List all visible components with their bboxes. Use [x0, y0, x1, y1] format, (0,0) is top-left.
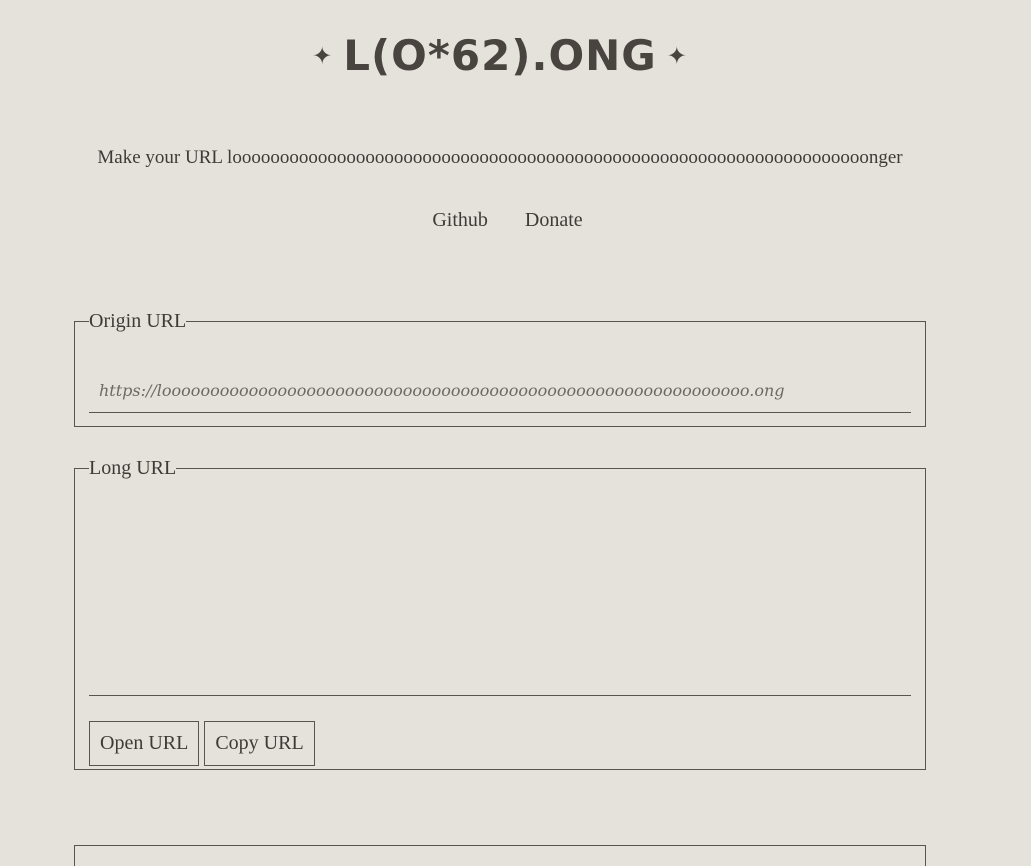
- copy-url-button[interactable]: Copy URL: [204, 721, 315, 766]
- site-title: ✦ L(O*62).ONG ✦: [0, 28, 1000, 87]
- nav-links: Github Donate: [0, 208, 1015, 232]
- next-section-fieldset: [74, 845, 926, 866]
- origin-url-fieldset: Origin URL: [74, 311, 926, 427]
- long-url-actions: Open URL Copy URL: [89, 721, 315, 766]
- long-url-output[interactable]: [89, 508, 911, 696]
- long-url-fieldset: Long URL Open URL Copy URL: [74, 458, 926, 770]
- site-title-text: L(O*62).ONG: [343, 31, 657, 80]
- sparkle-icon: ✦: [666, 41, 688, 70]
- page: ✦ L(O*62).ONG ✦ Make your URL looooooooooo…: [0, 0, 1031, 866]
- github-link[interactable]: Github: [432, 209, 488, 231]
- long-url-legend: Long URL: [89, 457, 177, 479]
- sparkle-icon: ✦: [312, 41, 334, 70]
- donate-link[interactable]: Donate: [525, 209, 583, 231]
- tagline: Make your URL looooooooooooooooooooooooo…: [97, 147, 903, 168]
- origin-url-input[interactable]: [89, 369, 911, 413]
- open-url-button[interactable]: Open URL: [89, 721, 200, 766]
- origin-url-legend: Origin URL: [89, 310, 187, 332]
